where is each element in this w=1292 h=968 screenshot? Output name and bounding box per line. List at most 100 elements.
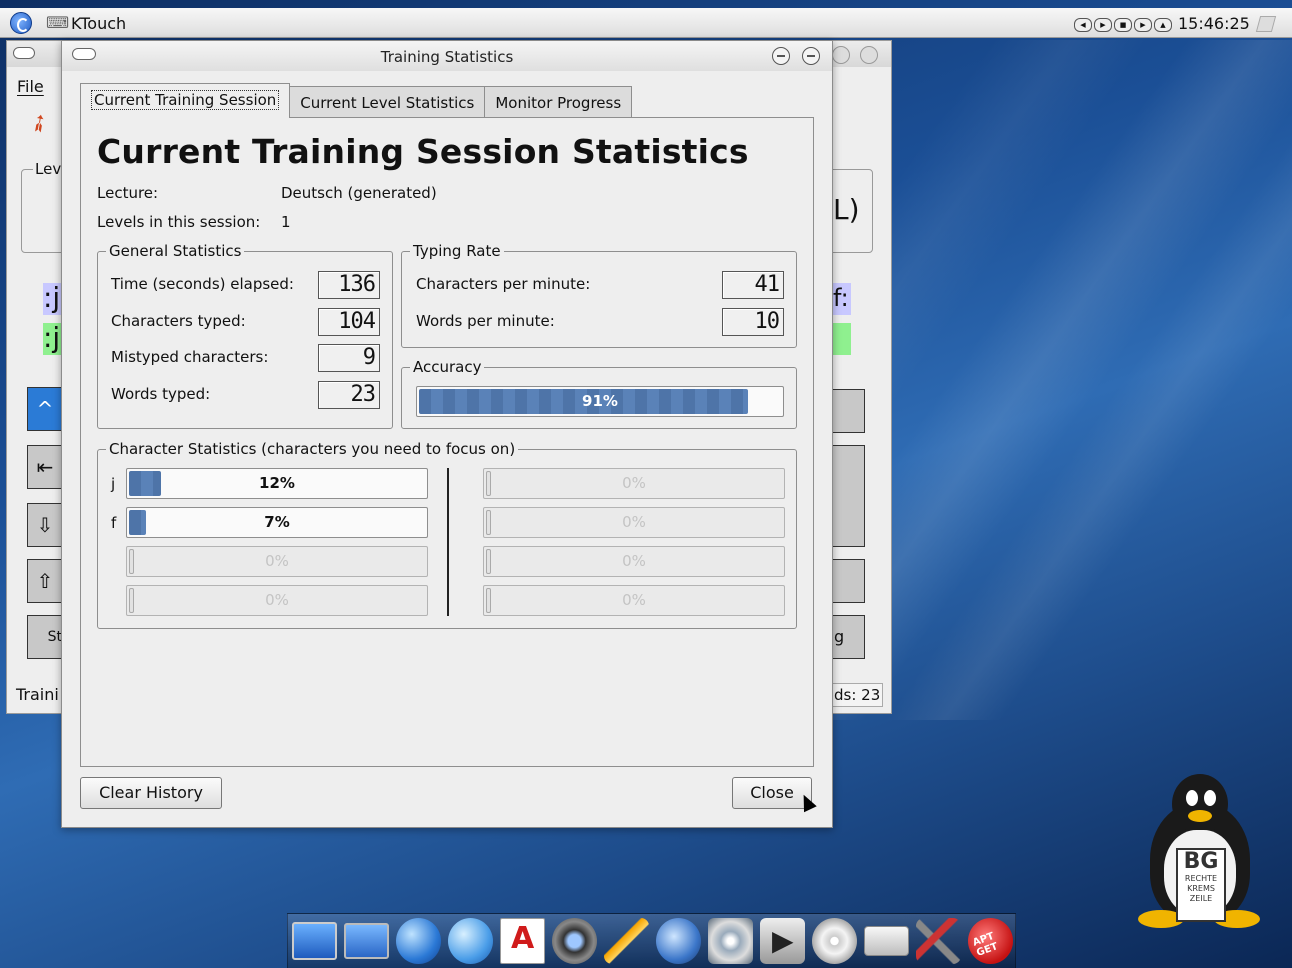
char-label: j [111, 475, 116, 493]
tab-monitor-progress[interactable]: Monitor Progress [484, 86, 633, 118]
column-divider [447, 468, 449, 616]
key-right-3 [829, 559, 865, 603]
mistyped-value: 9 [318, 344, 380, 372]
dialog-minimize-icon[interactable] [772, 47, 790, 65]
top-panel: ⌨ KTouch ◀ ▶ ■ ▶ ▲ 15:46:25 [0, 8, 1292, 38]
words-per-minute-label: Words per minute: [416, 312, 555, 330]
teacher-line-right: f: [833, 283, 851, 315]
accuracy-group: Accuracy 91% [401, 358, 797, 429]
char-bar: 0% [483, 468, 785, 499]
char-bar: 7% [126, 507, 428, 538]
dock: APT GET [287, 913, 1016, 968]
dialog-maximize-icon[interactable] [802, 47, 820, 65]
key-enter [829, 445, 865, 547]
main-window-menu-button[interactable] [13, 47, 35, 59]
tray-icon[interactable] [1255, 16, 1277, 32]
character-statistics-group: Character Statistics (characters you nee… [97, 440, 797, 629]
rocket-icon[interactable]: ➶ [23, 106, 56, 140]
network-globe-icon[interactable] [448, 918, 493, 964]
hard-drive-icon[interactable] [864, 926, 909, 956]
group-title: Character Statistics (characters you nee… [106, 440, 519, 458]
apt-get-icon[interactable]: APT GET [968, 918, 1013, 964]
speaker-icon[interactable] [656, 918, 701, 964]
taskbar-window-title[interactable]: KTouch [71, 14, 126, 33]
media-next-icon[interactable]: ▶ [1134, 18, 1152, 32]
char-label: f [111, 514, 117, 532]
status-words: ds: 23 [831, 683, 883, 707]
media-player-icon[interactable] [760, 918, 805, 964]
dvd-icon[interactable] [708, 918, 753, 964]
words-typed-label: Words typed: [111, 385, 211, 403]
char-bar-text: 0% [622, 513, 646, 531]
tab-label: Current Level Statistics [300, 94, 475, 112]
tux-eye [1204, 790, 1216, 806]
training-statistics-dialog: Training Statistics Current Training Ses… [61, 40, 833, 828]
tab-current-level-statistics[interactable]: Current Level Statistics [289, 86, 486, 118]
chars-per-minute-label: Characters per minute: [416, 275, 591, 293]
typing-rate-group: Typing Rate Characters per minute: 41 Wo… [401, 242, 797, 348]
status-left: Traini [16, 685, 59, 704]
time-elapsed-value: 136 [318, 271, 380, 299]
char-bar-text: 12% [259, 474, 295, 492]
tux-head [1172, 774, 1228, 834]
accuracy-bar-text: 91% [582, 392, 618, 410]
media-controls: ◀ ▶ ■ ▶ ▲ [1074, 18, 1172, 32]
key-g: g [829, 615, 865, 659]
desktop-monitor-icon[interactable] [292, 922, 337, 960]
level-label: Lev [33, 160, 64, 178]
page-title: Current Training Session Statistics [97, 132, 749, 171]
char-bar-text: 7% [264, 513, 290, 531]
mistyped-label: Mistyped characters: [111, 348, 269, 366]
network-computers-icon[interactable] [344, 923, 389, 959]
media-prev-icon[interactable]: ◀ [1074, 18, 1092, 32]
student-line: :j [43, 321, 61, 355]
tux-eye [1186, 790, 1198, 806]
words-typed-value: 23 [318, 381, 380, 409]
media-play-icon[interactable]: ▶ [1094, 18, 1112, 32]
clear-history-button[interactable]: Clear History [80, 777, 222, 809]
dialog-title: Training Statistics [380, 48, 514, 66]
main-window-minimize-button[interactable] [832, 46, 850, 64]
dialog-titlebar[interactable]: Training Statistics [62, 41, 832, 71]
char-bar-text: 0% [265, 552, 289, 570]
char-bar: 0% [126, 585, 428, 616]
level-text: L) [833, 193, 860, 226]
tux-sign: BG RECHTE KREMS ZEILE [1176, 848, 1226, 922]
tux-logo: BG RECHTE KREMS ZEILE [1134, 772, 1266, 932]
pdf-reader-icon[interactable] [500, 918, 545, 964]
char-bar: 0% [483, 546, 785, 577]
media-eject-icon[interactable]: ▲ [1154, 18, 1172, 32]
char-bar-text: 0% [622, 552, 646, 570]
char-bar-text: 0% [622, 474, 646, 492]
clock[interactable]: 15:46:25 [1178, 14, 1250, 33]
tab-label: Current Training Session [91, 90, 280, 110]
student-line-right [833, 323, 851, 355]
words-per-minute-value: 10 [722, 308, 784, 336]
characters-typed-value: 104 [318, 308, 380, 336]
camera-lens-icon[interactable] [552, 918, 597, 964]
key-tab-icon: ⇤ [27, 445, 63, 489]
tab-current-training-session[interactable]: Current Training Session [80, 83, 291, 118]
pen-editor-icon[interactable] [604, 918, 649, 964]
tab-bar: Current Training Session Current Level S… [80, 83, 633, 118]
settings-tools-icon[interactable] [916, 918, 961, 964]
menu-file[interactable]: File [17, 77, 44, 96]
group-title: Typing Rate [410, 242, 504, 260]
key-down-icon: ⇩ [27, 503, 63, 547]
lecture-label: Lecture: [97, 184, 159, 202]
tux-sign-line: RECHTE [1184, 874, 1218, 883]
media-stop-icon[interactable]: ■ [1114, 18, 1132, 32]
kde-menu-icon[interactable] [10, 12, 32, 34]
cd-disc-icon[interactable] [812, 918, 857, 964]
main-window-close-button[interactable] [860, 46, 878, 64]
char-bar: 0% [483, 507, 785, 538]
tab-panel: Current Training Session Statistics Lect… [80, 117, 814, 767]
tux-beak [1188, 810, 1212, 822]
group-title: Accuracy [410, 358, 485, 376]
char-bar-text: 0% [622, 591, 646, 609]
tux-sign-line: ZEILE [1189, 894, 1213, 903]
tab-label: Monitor Progress [495, 94, 622, 112]
ktouch-task-icon[interactable]: ⌨ [46, 14, 69, 32]
key-right-1 [829, 389, 865, 433]
web-browser-globe-icon[interactable] [396, 918, 441, 964]
